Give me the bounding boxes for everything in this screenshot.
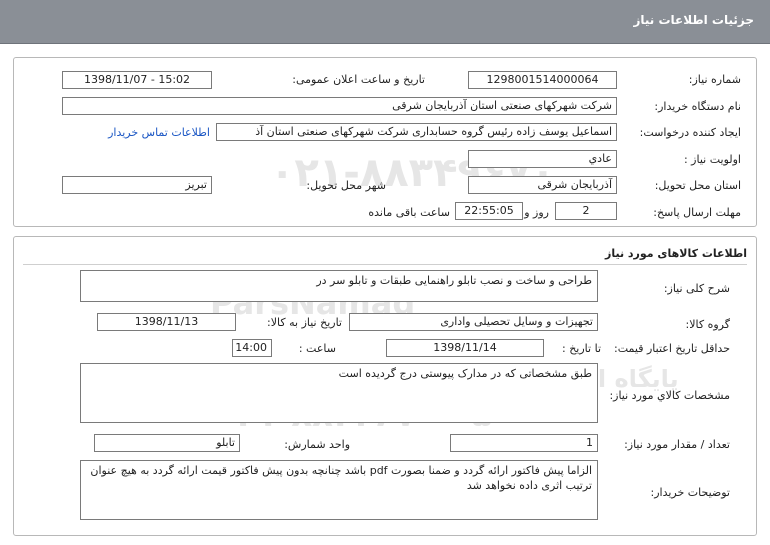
deadline-label: مهلت ارسال پاسخ:: [653, 206, 741, 219]
buyer-label: نام دستگاه خریدار:: [654, 100, 741, 113]
buyer-notes-label: توضیحات خریدار:: [650, 486, 731, 499]
need-number-field[interactable]: 1298001514000064: [468, 71, 617, 89]
need-date-field[interactable]: 1398/11/13: [97, 313, 236, 331]
creator-label: ایجاد کننده درخواست:: [639, 126, 741, 139]
general-desc-label: شرح کلی نیاز:: [663, 282, 730, 295]
goods-section-divider: [23, 264, 747, 265]
buyer-field[interactable]: شرکت شهرکهای صنعتی استان آذربایجان شرقی: [62, 97, 617, 115]
validity-label: حداقل تاریخ اعتبار قیمت:: [614, 342, 730, 355]
deadline-time-field[interactable]: 22:55:05: [455, 202, 523, 220]
days-label: روز و: [524, 206, 549, 219]
goods-group-field[interactable]: تجهیزات و وسایل تحصیلی واداری: [349, 313, 598, 331]
province-field[interactable]: آذربایجان شرقی: [468, 176, 617, 194]
validity-time-field[interactable]: 14:00: [232, 339, 272, 357]
need-number-label: شماره نیاز:: [688, 73, 741, 86]
deadline-days-field[interactable]: 2: [555, 202, 617, 220]
unit-label: واحد شمارش:: [284, 438, 350, 451]
priority-field[interactable]: عادي: [468, 150, 617, 168]
specs-field[interactable]: طبق مشخصاتی که در مدارک پیوستی درج گردید…: [80, 363, 598, 423]
announce-label: تاریخ و ساعت اعلان عمومی:: [292, 73, 425, 86]
unit-field[interactable]: تابلو: [94, 434, 240, 452]
goods-section-title: اطلاعات کالاهای مورد نیاز: [605, 247, 747, 260]
need-date-label: تاریخ نیاز به کالا:: [267, 316, 342, 329]
announce-field[interactable]: 1398/11/07 - 15:02: [62, 71, 212, 89]
page-title: جزئیات اطلاعات نیاز: [633, 13, 754, 27]
creator-field[interactable]: اسماعیل یوسف زاده رئیس گروه حسابداری شرک…: [216, 123, 617, 141]
general-desc-field[interactable]: طراحی و ساخت و نصب تابلو راهنمایی طبقات …: [80, 270, 598, 302]
goods-group-label: گروه کالا:: [685, 318, 730, 331]
quantity-label: تعداد / مقدار مورد نیاز:: [624, 438, 730, 451]
priority-label: اولویت نیاز :: [683, 153, 741, 166]
buyer-notes-field[interactable]: الزاما پیش فاکتور ارائه گردد و ضمنا بصور…: [80, 460, 598, 520]
validity-time-label: ساعت :: [298, 342, 336, 355]
remaining-label: ساعت باقی مانده: [368, 206, 450, 219]
buyer-contact-link[interactable]: اطلاعات تماس خریدار: [108, 126, 210, 139]
city-label: شهر محل تحویل:: [306, 179, 386, 192]
city-field[interactable]: تبریز: [62, 176, 212, 194]
until-date-label: تا تاریخ :: [562, 342, 601, 355]
quantity-field[interactable]: 1: [450, 434, 598, 452]
province-label: استان محل تحویل:: [654, 179, 741, 192]
validity-date-field[interactable]: 1398/11/14: [386, 339, 544, 357]
specs-label: مشخصات کالاي مورد نیاز:: [609, 389, 730, 402]
